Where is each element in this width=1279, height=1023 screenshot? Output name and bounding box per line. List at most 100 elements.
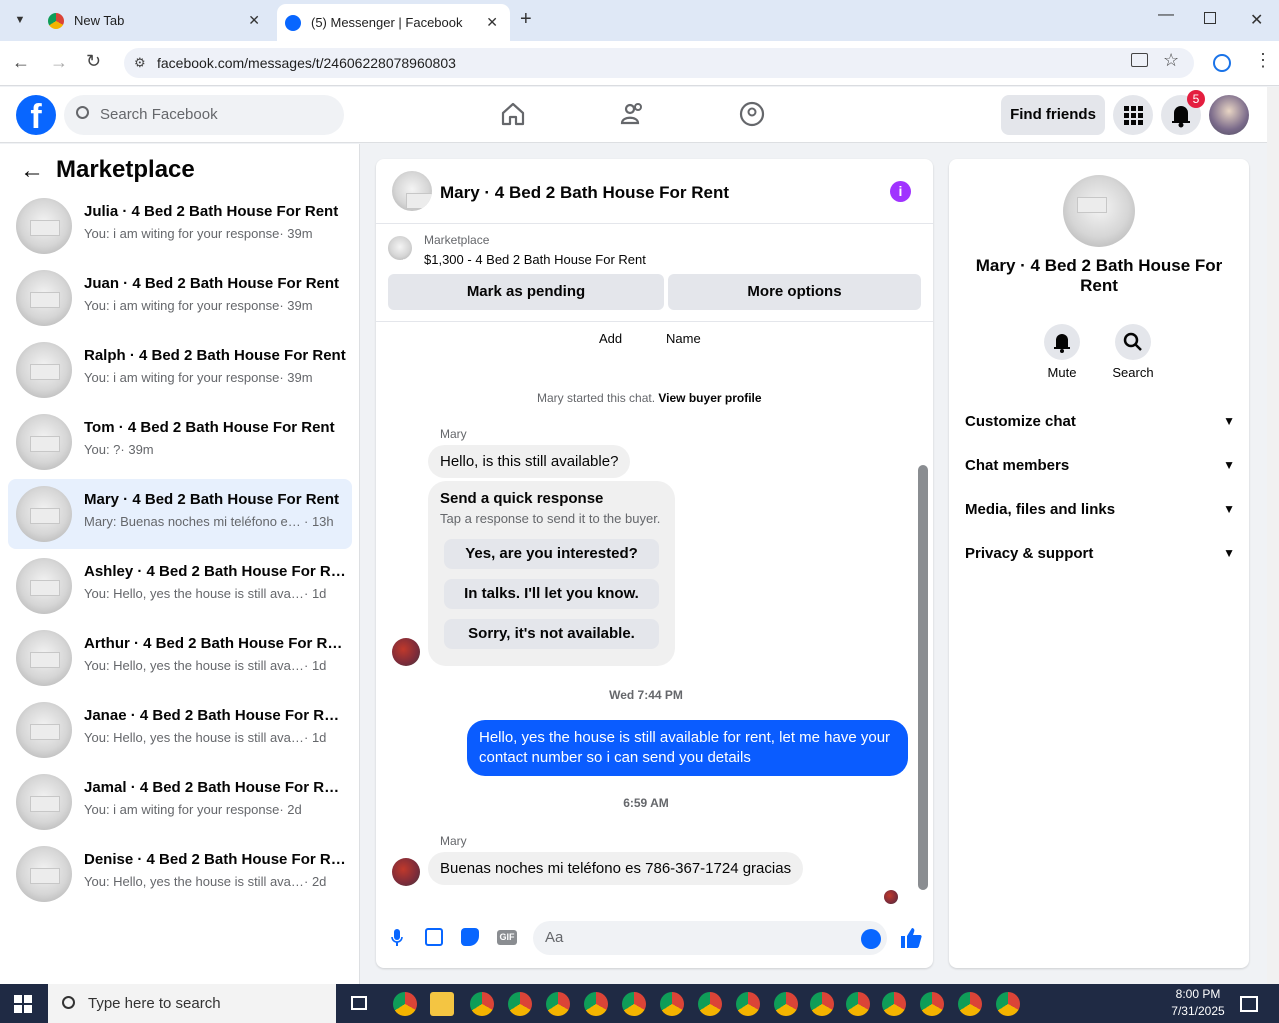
clock-time: 8:00 PM	[1175, 987, 1221, 1001]
message-scrollbar[interactable]	[918, 465, 928, 890]
timestamp: 6:59 AM	[623, 796, 669, 810]
tab-label: New Tab	[74, 13, 125, 28]
clock[interactable]: 8:00 PM 7/31/2025	[1166, 986, 1230, 1020]
find-friends-button[interactable]: Find friends	[1001, 95, 1105, 135]
back-arrow-icon[interactable]: ←	[20, 157, 44, 185]
view-buyer-profile-link[interactable]: View buyer profile	[658, 391, 761, 405]
listing-description[interactable]: $1,300 - 4 Bed 2 Bath House For Rent	[424, 252, 646, 267]
chrome-taskbar-icon[interactable]	[996, 992, 1020, 1016]
close-tab-icon[interactable]: ✕	[486, 14, 498, 31]
tab-new-tab[interactable]: New Tab ✕	[40, 0, 272, 41]
listing-thumbnail[interactable]	[388, 236, 412, 260]
tab-list-dropdown[interactable]: ▼	[8, 8, 32, 32]
conversation-item[interactable]: Mary · 4 Bed 2 Bath House For Rent Mary: …	[8, 479, 352, 549]
chrome-taskbar-icon[interactable]	[508, 992, 532, 1016]
search-in-chat-button[interactable]	[1115, 324, 1151, 360]
chrome-taskbar-icon[interactable]	[736, 992, 760, 1016]
chat-title[interactable]: Mary · 4 Bed 2 Bath House For Rent	[440, 183, 729, 203]
mute-label: Mute	[1047, 365, 1077, 380]
groups-icon[interactable]	[739, 101, 765, 127]
new-tab-button[interactable]: +	[520, 8, 532, 31]
chrome-taskbar-icon[interactable]	[393, 992, 417, 1016]
account-avatar[interactable]	[1209, 95, 1249, 135]
privacy-support-section[interactable]: Privacy & support ▼	[965, 541, 1235, 565]
name-action-label[interactable]: Name	[666, 331, 701, 346]
profile-icon[interactable]	[1213, 54, 1231, 72]
outgoing-message[interactable]: Hello, yes the house is still available …	[467, 720, 908, 776]
more-options-button[interactable]: More options	[668, 274, 921, 310]
chrome-taskbar-icon[interactable]	[470, 992, 494, 1016]
details-avatar[interactable]	[1063, 175, 1135, 247]
chrome-taskbar-icon[interactable]	[660, 992, 684, 1016]
menu-grid-button[interactable]	[1113, 95, 1153, 135]
quick-reply-button[interactable]: Sorry, it's not available.	[444, 619, 659, 649]
like-icon[interactable]	[899, 926, 923, 950]
conversation-item[interactable]: Ashley · 4 Bed 2 Bath House For Rent You:…	[8, 551, 352, 621]
back-icon[interactable]: ←	[12, 52, 30, 73]
quick-reply-button[interactable]: Yes, are you interested?	[444, 539, 659, 569]
reload-icon[interactable]: ↻	[86, 51, 101, 72]
conversation-item[interactable]: Juan · 4 Bed 2 Bath House For Rent You: i…	[8, 263, 352, 333]
microphone-icon[interactable]	[391, 928, 403, 948]
chrome-taskbar-icon[interactable]	[882, 992, 906, 1016]
conversation-item[interactable]: Arthur · 4 Bed 2 Bath House For Rent You:…	[8, 623, 352, 693]
chrome-taskbar-icon[interactable]	[546, 992, 570, 1016]
bookmark-star-icon[interactable]: ☆	[1163, 50, 1179, 71]
chrome-taskbar-icon[interactable]	[584, 992, 608, 1016]
chrome-taskbar-icon[interactable]	[958, 992, 982, 1016]
page-scrollbar[interactable]	[1267, 87, 1279, 984]
facebook-logo-icon[interactable]: f	[16, 95, 56, 136]
details-title: Mary · 4 Bed 2 Bath House For Rent	[975, 256, 1223, 295]
emoji-icon[interactable]	[861, 929, 881, 949]
chrome-taskbar-icon[interactable]	[774, 992, 798, 1016]
notification-center-icon[interactable]	[1240, 996, 1258, 1012]
facebook-search-input[interactable]: Search Facebook	[64, 95, 344, 135]
mute-button[interactable]	[1044, 324, 1080, 360]
chrome-taskbar-icon[interactable]	[622, 992, 646, 1016]
minimize-icon[interactable]: —	[1158, 6, 1174, 24]
forward-icon[interactable]: →	[50, 52, 68, 73]
conversation-item[interactable]: Ralph · 4 Bed 2 Bath House For Rent You: …	[8, 335, 352, 405]
incoming-message[interactable]: Hello, is this still available?	[428, 445, 631, 478]
add-action-label[interactable]: Add	[599, 331, 622, 346]
conversation-item[interactable]: Tom · 4 Bed 2 Bath House For Rent You: ?·…	[8, 407, 352, 477]
conversation-preview-line: Mary: Buenas noches mi teléfono es 786-3…	[84, 514, 346, 529]
info-icon[interactable]: i	[890, 181, 911, 202]
sender-avatar[interactable]	[392, 858, 420, 886]
conversation-item[interactable]: Janae · 4 Bed 2 Bath House For Rent You: …	[8, 695, 352, 765]
conversation-item[interactable]: Jamal · 4 Bed 2 Bath House For Rent You: …	[8, 767, 352, 837]
chat-header-avatar[interactable]	[392, 171, 432, 211]
chrome-taskbar-icon[interactable]	[698, 992, 722, 1016]
chrome-taskbar-icon[interactable]	[920, 992, 944, 1016]
mark-as-pending-button[interactable]: Mark as pending	[388, 274, 664, 310]
task-view-icon[interactable]	[351, 996, 367, 1010]
incoming-message[interactable]: Buenas noches mi teléfono es 786-367-172…	[428, 852, 804, 885]
taskbar-search-input[interactable]: Type here to search	[48, 984, 336, 1023]
conversation-item[interactable]: Julia · 4 Bed 2 Bath House For Rent You: …	[8, 191, 352, 261]
gif-icon[interactable]: GIF	[497, 930, 517, 945]
windows-start-icon[interactable]	[14, 995, 32, 1013]
file-explorer-icon[interactable]	[430, 992, 454, 1016]
chrome-taskbar-icon[interactable]	[810, 992, 834, 1016]
quick-reply-button[interactable]: In talks. I'll let you know.	[444, 579, 659, 609]
photo-icon[interactable]	[425, 928, 443, 946]
close-window-icon[interactable]: ✕	[1250, 10, 1263, 30]
tab-messenger[interactable]: (5) Messenger | Facebook ✕	[277, 4, 510, 41]
friends-icon[interactable]	[620, 101, 646, 127]
site-settings-icon[interactable]: ⚙	[134, 55, 146, 71]
install-app-icon[interactable]	[1131, 53, 1148, 67]
home-icon[interactable]	[500, 101, 526, 127]
media-files-links-section[interactable]: Media, files and links ▼	[965, 497, 1235, 521]
conversation-item[interactable]: Denise · 4 Bed 2 Bath House For Rent You:…	[8, 839, 352, 909]
conversation-avatar	[16, 198, 72, 254]
chrome-taskbar-icon[interactable]	[846, 992, 870, 1016]
sender-avatar[interactable]	[392, 638, 420, 666]
chat-members-section[interactable]: Chat members ▼	[965, 453, 1235, 477]
url-field[interactable]: facebook.com/messages/t/2460622807896080…	[124, 48, 1194, 78]
restore-icon[interactable]	[1204, 12, 1216, 24]
browser-menu-icon[interactable]: ⋮	[1254, 50, 1272, 71]
message-input[interactable]: Aa	[533, 921, 887, 955]
close-tab-icon[interactable]: ✕	[248, 12, 260, 29]
conversation-preview: You: Hello, yes the house is still avail…	[84, 586, 304, 601]
customize-chat-section[interactable]: Customize chat ▼	[965, 409, 1235, 433]
